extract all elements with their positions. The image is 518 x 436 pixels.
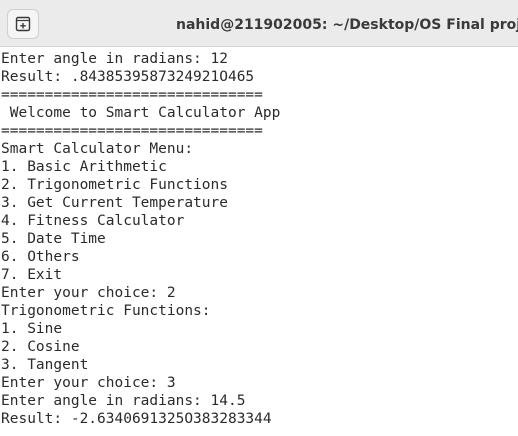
terminal-line: 1. Basic Arithmetic	[1, 159, 167, 175]
terminal-line: 6. Others	[1, 249, 80, 265]
window-title: nahid@211902005: ~/Desktop/OS Final proj…	[176, 17, 518, 33]
terminal-line: Enter angle in radians: 12	[1, 51, 228, 67]
terminal-line: Enter your choice: 2	[1, 285, 176, 301]
new-tab-button[interactable]	[7, 9, 39, 39]
terminal-line: 3. Tangent	[1, 357, 89, 373]
terminal-line: Result: -2.6340691325O383283344	[1, 411, 272, 427]
new-tab-icon	[15, 16, 31, 32]
terminal-line: 2. Cosine	[1, 339, 80, 355]
terminal-line: 5. Date Time	[1, 231, 106, 247]
terminal-line: Welcome to Smart Calculator App	[1, 105, 281, 121]
terminal-line: ==============================	[1, 87, 263, 103]
terminal-window: nahid@211902005: ~/Desktop/OS Final proj…	[0, 0, 518, 436]
terminal-line: 7. Exit	[1, 267, 63, 283]
terminal-line: ==============================	[1, 123, 263, 139]
terminal-line: Result: .8438539587324921O465	[1, 69, 255, 85]
terminal-line: Smart Calculator Menu:	[1, 141, 194, 157]
terminal-line: 2. Trigonometric Functions	[1, 177, 228, 193]
terminal-line: 1. Sine	[1, 321, 63, 337]
terminal-line: Enter your choice: 3	[1, 375, 176, 391]
terminal-line: 3. Get Current Temperature	[1, 195, 228, 211]
terminal-line: Trigonometric Functions:	[1, 303, 211, 319]
terminal-line: Enter angle in radians: 14.5	[1, 393, 246, 409]
terminal-line: 4. Fitness Calculator	[1, 213, 185, 229]
terminal-output[interactable]: Enter angle in radians: 12 Result: .8438…	[0, 50, 518, 436]
title-bar: nahid@211902005: ~/Desktop/OS Final proj…	[0, 0, 518, 47]
